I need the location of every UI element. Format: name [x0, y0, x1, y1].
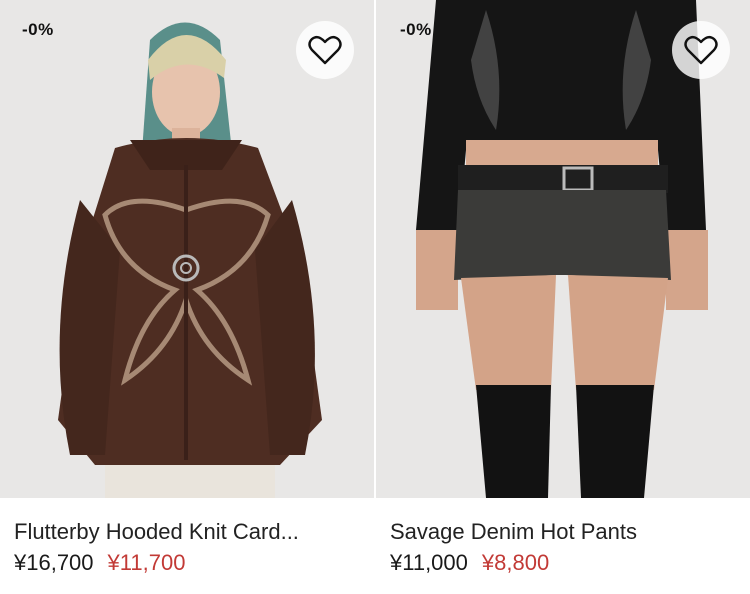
product-card[interactable]: -0% Savage Denim Hot Pants ¥11,000 ¥8,800 [376, 0, 750, 594]
product-prices: ¥11,000 ¥8,800 [390, 550, 549, 576]
discount-badge: -0% [22, 20, 54, 39]
wishlist-button[interactable] [672, 21, 730, 79]
wishlist-button[interactable] [296, 21, 354, 79]
product-image[interactable]: -0% [376, 0, 750, 498]
heart-icon [308, 35, 342, 65]
product-grid: -0% Flutterby Hooded Knit Card... ¥16,70… [0, 0, 750, 594]
discount-badge: -0% [400, 20, 432, 39]
product-title[interactable]: Flutterby Hooded Knit Card... [14, 519, 364, 545]
price-original: ¥16,700 [14, 550, 94, 575]
product-image[interactable]: -0% [0, 0, 374, 498]
price-original: ¥11,000 [390, 550, 468, 575]
product-card[interactable]: -0% Flutterby Hooded Knit Card... ¥16,70… [0, 0, 374, 594]
product-title[interactable]: Savage Denim Hot Pants [390, 519, 740, 545]
product-prices: ¥16,700 ¥11,700 [14, 550, 185, 576]
price-sale: ¥11,700 [107, 550, 186, 575]
heart-icon [684, 35, 718, 65]
price-sale: ¥8,800 [481, 550, 550, 575]
